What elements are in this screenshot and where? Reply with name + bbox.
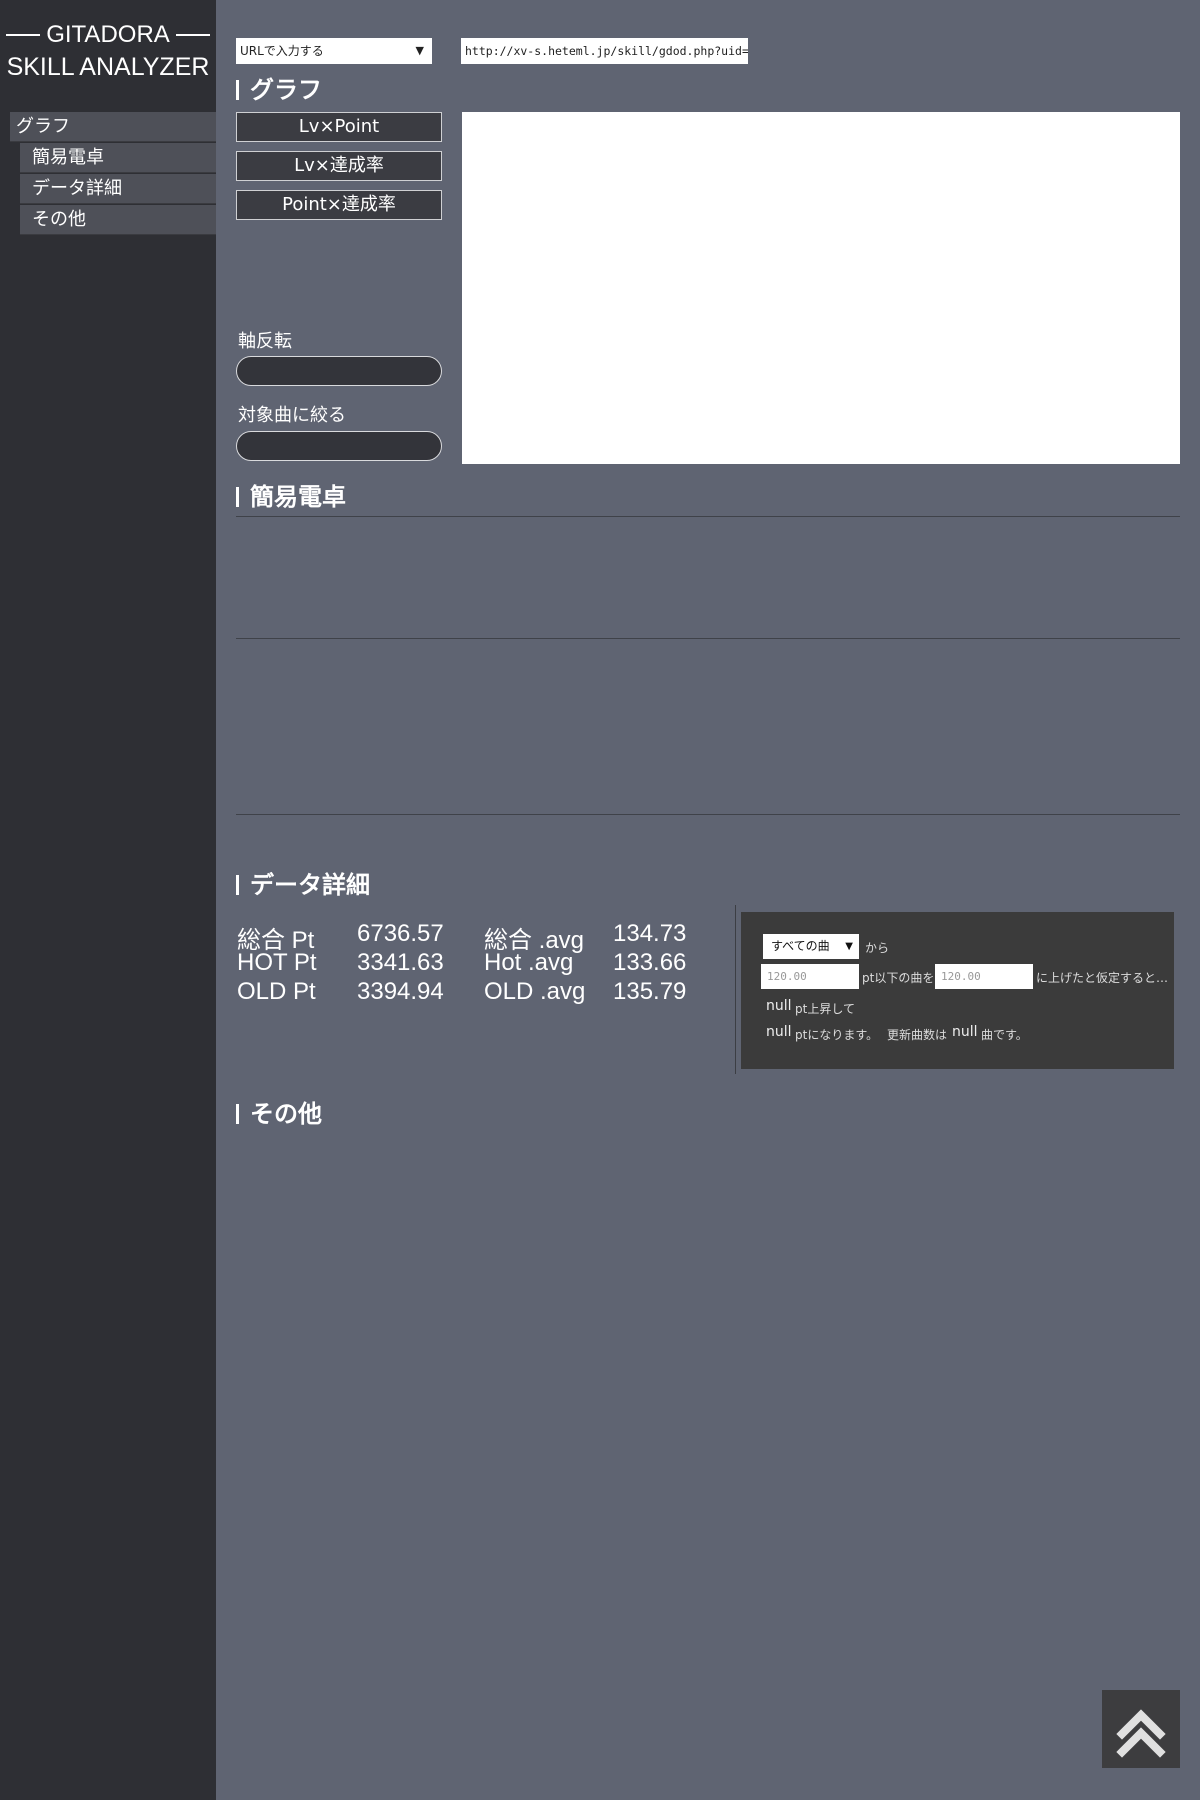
chevron-double-up-icon: [1116, 1709, 1166, 1758]
stat-avg-label: Hot .avg: [484, 949, 574, 976]
divider: [236, 638, 1180, 639]
stat-value: 3341.63: [357, 949, 444, 976]
divider: [236, 516, 1180, 517]
update-count-label: 更新曲数は: [887, 1028, 948, 1042]
divider: [735, 905, 736, 1074]
point-achievement-button[interactable]: Point×達成率: [236, 190, 442, 220]
scroll-top-button[interactable]: [1102, 1690, 1180, 1768]
from-text: から: [865, 941, 890, 955]
increase-text: pt上昇して: [795, 1002, 855, 1016]
sidebar-item-calculator[interactable]: 簡易電卓: [20, 143, 216, 173]
stat-label: HOT Pt: [237, 949, 317, 976]
divider: [236, 814, 1180, 815]
target-input[interactable]: 120.00: [935, 964, 1033, 989]
logo-title: GITADORA: [46, 21, 170, 48]
filter-label: 対象曲に絞る: [238, 405, 346, 426]
section-title-data-detail: データ詳細: [236, 870, 370, 900]
stat-avg-value: 135.79: [613, 978, 687, 1005]
lv-point-button[interactable]: Lv×Point: [236, 112, 442, 142]
stat-value: 3394.94: [357, 978, 444, 1005]
app-logo: GITADORA SKILL ANALYZER: [0, 18, 216, 82]
lv-achievement-button[interactable]: Lv×達成率: [236, 151, 442, 181]
stat-label: OLD Pt: [237, 978, 316, 1005]
axis-flip-toggle[interactable]: [236, 356, 442, 386]
section-title-other: その他: [236, 1099, 322, 1129]
assumption-text: に上げたと仮定すると…: [1036, 971, 1169, 985]
song-scope-select[interactable]: すべての曲 ▼: [763, 934, 859, 959]
stat-value: 6736.57: [357, 920, 444, 947]
url-input[interactable]: http://xv-s.heteml.jp/skill/gdod.php?uid…: [461, 38, 748, 64]
stat-avg-label: OLD .avg: [484, 978, 586, 1005]
increase-value: null: [766, 998, 792, 1014]
simulation-panel: すべての曲 ▼ から 120.00 pt以下の曲を 120.00 に上げたと仮定…: [741, 912, 1174, 1069]
stat-avg-value: 133.66: [613, 949, 687, 976]
sidebar-item-other[interactable]: その他: [20, 205, 216, 235]
graph-canvas[interactable]: [462, 112, 1180, 464]
dropdown-arrow-icon: ▼: [415, 44, 424, 57]
sidebar: GITADORA SKILL ANALYZER グラフ 簡易電卓 データ詳細 そ…: [0, 0, 216, 1800]
filter-toggle[interactable]: [236, 431, 442, 461]
result-text: ptになります。: [795, 1028, 879, 1042]
threshold-input[interactable]: 120.00: [761, 964, 859, 989]
update-count-suffix: 曲です。: [981, 1028, 1028, 1042]
result-value: null: [766, 1024, 792, 1040]
sidebar-item-data-detail[interactable]: データ詳細: [20, 174, 216, 204]
input-mode-select[interactable]: URLで入力する ▼: [236, 38, 432, 64]
axis-flip-label: 軸反転: [238, 331, 292, 352]
sidebar-item-graph[interactable]: グラフ: [10, 112, 216, 142]
stat-avg-value: 134.73: [613, 920, 687, 947]
song-scope-select-value: すべての曲: [771, 939, 830, 953]
dropdown-arrow-icon: ▼: [845, 941, 853, 952]
threshold-text: pt以下の曲を: [862, 971, 935, 985]
section-title-graph: グラフ: [236, 75, 322, 105]
section-title-calculator: 簡易電卓: [236, 482, 346, 512]
sidebar-nav: グラフ 簡易電卓 データ詳細 その他: [10, 112, 216, 236]
logo-subtitle: SKILL ANALYZER: [6, 53, 210, 81]
input-mode-select-value: URLで入力する: [240, 44, 324, 58]
update-count-value: null: [952, 1024, 978, 1040]
